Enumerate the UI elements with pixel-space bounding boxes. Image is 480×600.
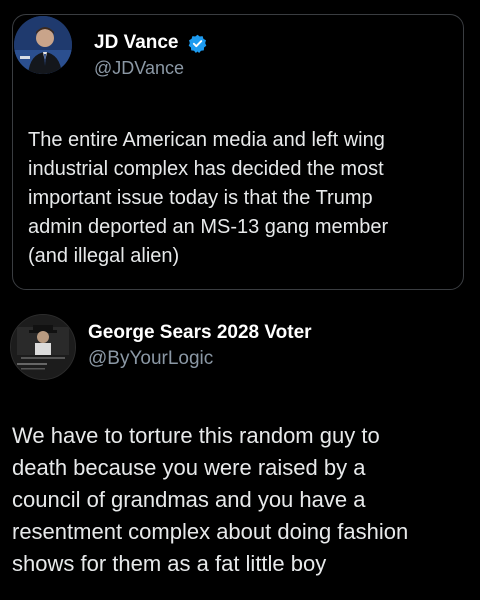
reply-tweet-text: We have to torture this random guy to de…	[12, 423, 409, 576]
quoted-author-name[interactable]: JD Vance	[94, 32, 179, 54]
reply-author-handle[interactable]: @ByYourLogic	[88, 348, 213, 370]
quoted-author-handle[interactable]: @JDVance	[94, 58, 184, 79]
person-silhouette-icon	[14, 16, 72, 74]
reply-author-name[interactable]: George Sears 2028 Voter	[88, 322, 312, 344]
person-with-hat-icon	[11, 315, 75, 379]
reply-author-avatar[interactable]	[10, 314, 76, 380]
quoted-tweet-text: The entire American media and left wing …	[28, 129, 389, 267]
verified-badge-icon	[188, 34, 207, 53]
quoted-author-avatar[interactable]	[14, 16, 72, 74]
